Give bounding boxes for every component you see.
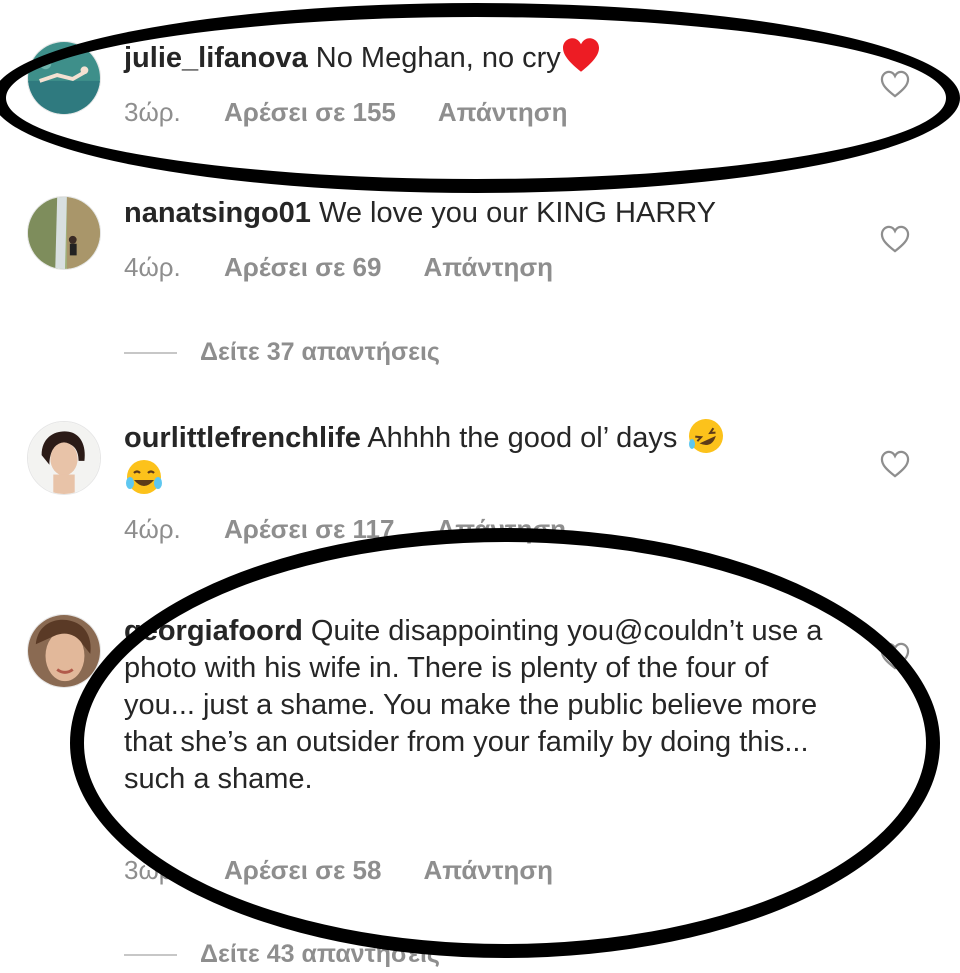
comment-body: We love you our KING HARRY — [319, 197, 717, 229]
comment-meta: 4ώρ. Αρέσει σε 117 Απάντηση — [124, 514, 566, 545]
likes-count[interactable]: Αρέσει σε 58 — [224, 855, 381, 886]
like-heart-icon[interactable] — [880, 642, 910, 670]
comment-body: No Meghan, no cry — [315, 42, 561, 74]
likes-count[interactable]: Αρέσει σε 117 — [224, 514, 394, 545]
timestamp: 3ώρ. — [124, 97, 181, 127]
like-heart-icon[interactable] — [880, 450, 910, 478]
reply-button[interactable]: Απάντηση — [436, 514, 566, 545]
avatar-image — [28, 422, 100, 494]
red-heart-icon — [562, 38, 599, 73]
comment-meta: 3ώρ. Αρέσει σε 58 Απάντηση — [124, 855, 553, 886]
view-replies-label: Δείτε 37 απαντήσεις — [200, 338, 440, 366]
rolling-laughing-icon — [688, 419, 723, 454]
avatar-image — [28, 42, 100, 114]
timestamp: 4ώρ. — [124, 252, 181, 282]
username[interactable]: julie_lifanova — [124, 42, 308, 74]
reply-button[interactable]: Απάντηση — [423, 252, 553, 283]
avatar-image — [28, 615, 100, 687]
comment-text-block: nanatsingo01 We love you our KING HARRY — [124, 195, 824, 232]
reply-button[interactable]: Απάντηση — [438, 97, 568, 128]
username[interactable]: ourlittlefrenchlife — [124, 422, 361, 454]
username[interactable]: georgiafoord — [124, 615, 303, 647]
comment-text-block: julie_lifanova No Meghan, no cry — [124, 38, 824, 77]
comment-meta: 4ώρ. Αρέσει σε 69 Απάντηση — [124, 252, 553, 283]
like-heart-icon[interactable] — [880, 70, 910, 98]
view-replies-button[interactable]: Δείτε 43 απαντήσεις — [124, 940, 440, 969]
comment-meta: 3ώρ. Αρέσει σε 155 Απάντηση — [124, 97, 567, 128]
timestamp: 4ώρ. — [124, 514, 181, 544]
timestamp: 3ώρ. — [124, 855, 181, 885]
reply-button[interactable]: Απάντηση — [423, 855, 553, 886]
avatar-image — [28, 197, 100, 269]
comment-text-block: ourlittlefrenchlife Ahhhh the good ol’ d… — [124, 419, 844, 497]
divider-line — [124, 351, 177, 354]
likes-count[interactable]: Αρέσει σε 155 — [224, 97, 396, 128]
comment-text-block: georgiafoord Quite disappointing you@cou… — [124, 613, 824, 798]
divider-line — [124, 953, 177, 956]
avatar[interactable] — [27, 614, 101, 688]
avatar[interactable] — [27, 196, 101, 270]
tears-of-joy-icon — [126, 460, 162, 494]
like-heart-icon[interactable] — [880, 225, 910, 253]
avatar[interactable] — [27, 41, 101, 115]
username[interactable]: nanatsingo01 — [124, 197, 311, 229]
likes-count[interactable]: Αρέσει σε 69 — [224, 252, 381, 283]
avatar[interactable] — [27, 421, 101, 495]
view-replies-label: Δείτε 43 απαντήσεις — [200, 940, 440, 968]
view-replies-button[interactable]: Δείτε 37 απαντήσεις — [124, 338, 440, 367]
comment-body: Ahhhh the good ol’ days — [367, 422, 678, 454]
